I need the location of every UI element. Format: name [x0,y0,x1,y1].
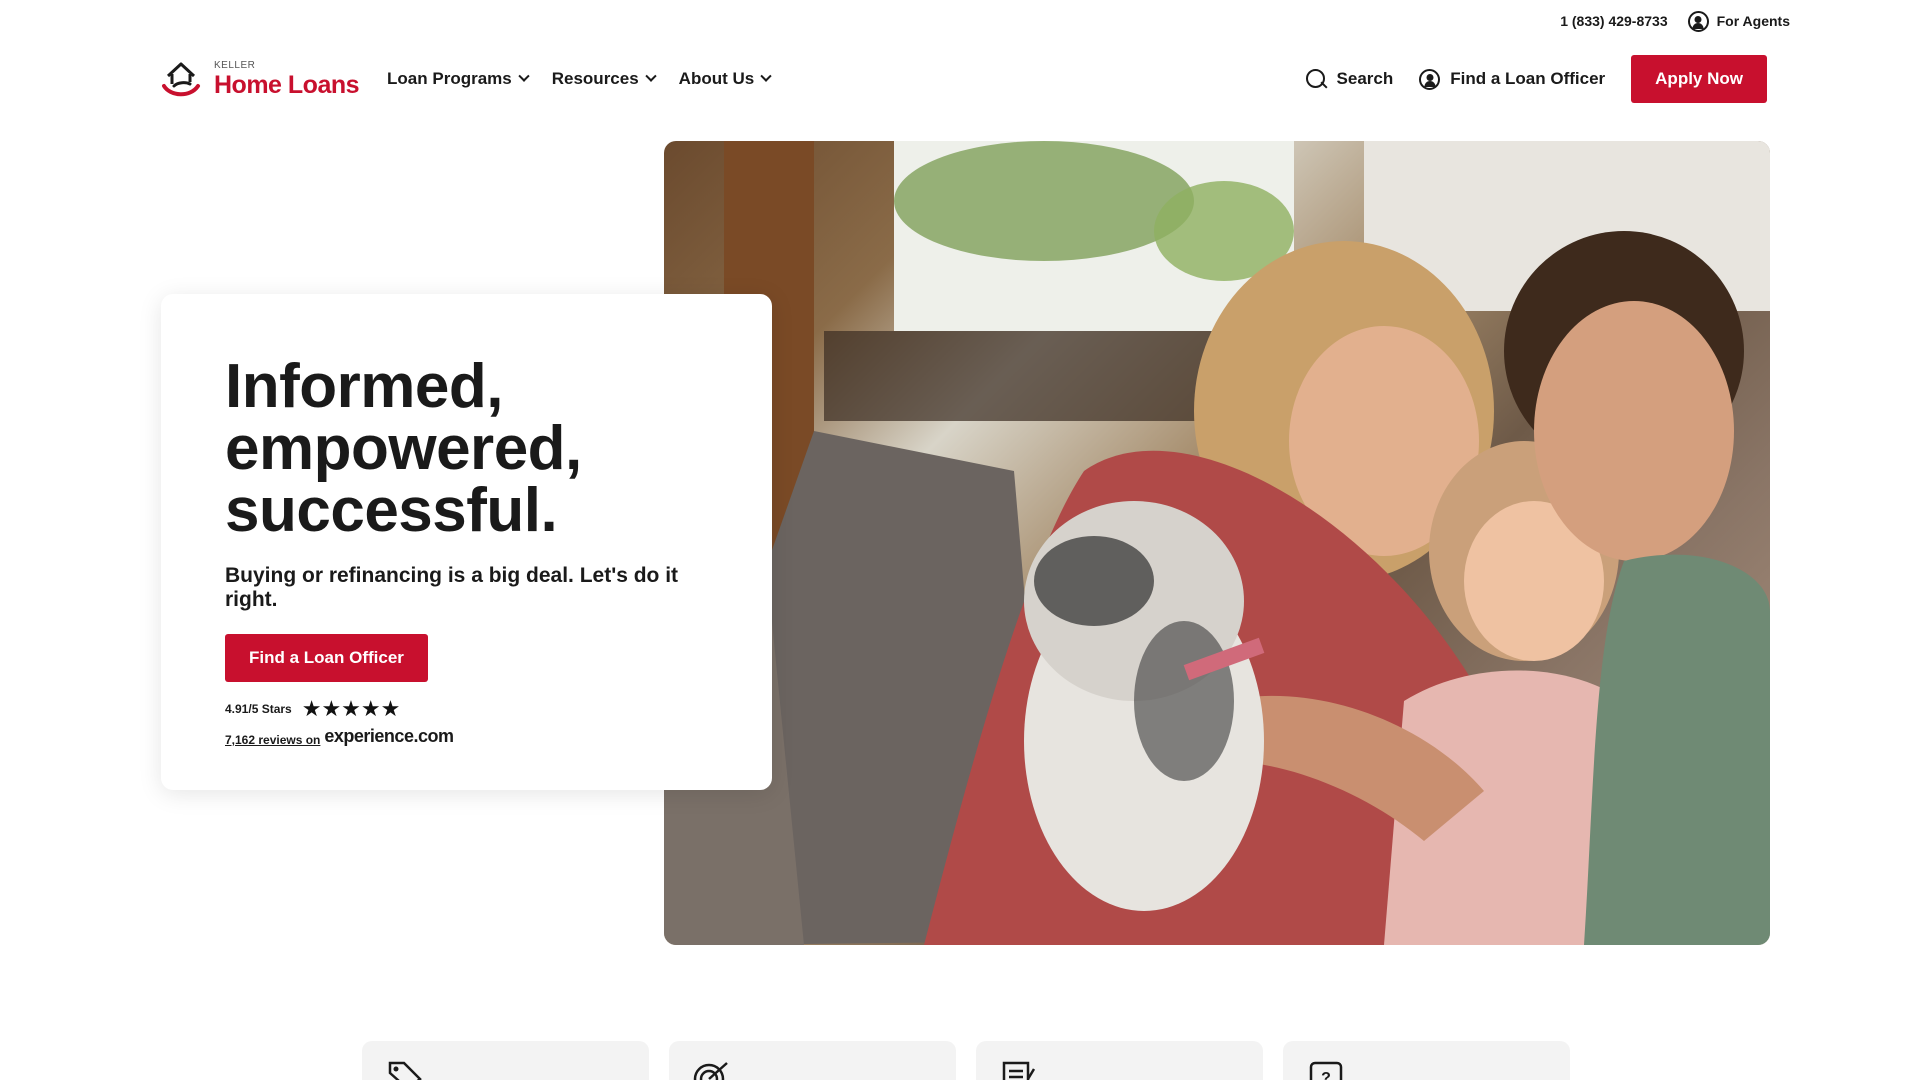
find-loan-officer-link[interactable]: Find a Loan Officer [1419,68,1606,90]
phone-number[interactable]: 1 (833) 429-8733 [1560,13,1667,29]
headline-line-1: Informed, [225,352,503,421]
chevron-down-icon [518,70,530,82]
for-agents-label: For Agents [1716,13,1790,29]
user-circle-icon [1687,10,1709,32]
nav-about-us[interactable]: About Us [678,69,772,89]
nav-resources[interactable]: Resources [551,69,657,89]
reviews-row[interactable]: 7,162 reviews on experience.com [225,726,708,747]
nav-label: Loan Programs [387,69,512,88]
logo[interactable]: KELLER Home Loans [160,56,360,102]
star-rating-icon: ★★★★★ [301,696,401,721]
feature-card[interactable] [976,1041,1263,1080]
header-actions: Search Find a Loan Officer Apply Now [1305,55,1767,103]
tag-icon [388,1061,422,1080]
feature-card[interactable] [362,1041,649,1080]
find-loan-officer-label: Find a Loan Officer [1450,69,1606,88]
chevron-down-icon [760,70,772,82]
target-icon [693,1062,728,1080]
search-label: Search [1336,69,1394,88]
rating-text: 4.91/5 Stars [225,702,292,716]
hero-headline: Informed, empowered, successful. [225,356,708,542]
feature-cards: ? [362,1041,1570,1080]
utility-bar: 1 (833) 429-8733 For Agents [1560,10,1790,32]
chevron-down-icon [645,70,657,82]
logo-text: KELLER Home Loans [214,59,360,99]
experience-logo: experience.com [324,726,454,746]
headline-line-2: empowered, [225,414,582,483]
feature-card[interactable]: ? [1283,1041,1570,1080]
search-button[interactable]: Search [1305,68,1394,90]
feature-card[interactable] [669,1041,956,1080]
nav-loan-programs[interactable]: Loan Programs [387,69,530,89]
house-hand-icon [160,56,202,102]
headline-line-3: successful. [225,476,558,545]
hero-card: Informed, empowered, successful. Buying … [161,294,772,790]
logo-small-text: KELLER [214,59,256,71]
rating-row: 4.91/5 Stars ★★★★★ [225,698,708,720]
search-icon [1305,68,1327,90]
for-agents-link[interactable]: For Agents [1687,10,1790,32]
main-nav: Loan Programs Resources About Us [387,69,772,89]
nav-label: About Us [678,69,755,88]
logo-big-text: Home Loans [214,70,360,99]
checklist-icon [1002,1061,1036,1080]
user-circle-icon [1419,68,1441,90]
nav-label: Resources [551,69,639,88]
apply-now-button[interactable]: Apply Now [1631,55,1767,103]
main-header: KELLER Home Loans Loan Programs Resource… [160,54,1767,104]
reviews-link[interactable]: 7,162 reviews on [225,733,320,747]
hero-subhead: Buying or refinancing is a big deal. Let… [225,564,679,611]
question-icon: ? [1309,1061,1343,1080]
find-loan-officer-button[interactable]: Find a Loan Officer [225,634,428,682]
svg-text:?: ? [1321,1070,1331,1080]
family-with-dog-photo [664,141,1770,945]
